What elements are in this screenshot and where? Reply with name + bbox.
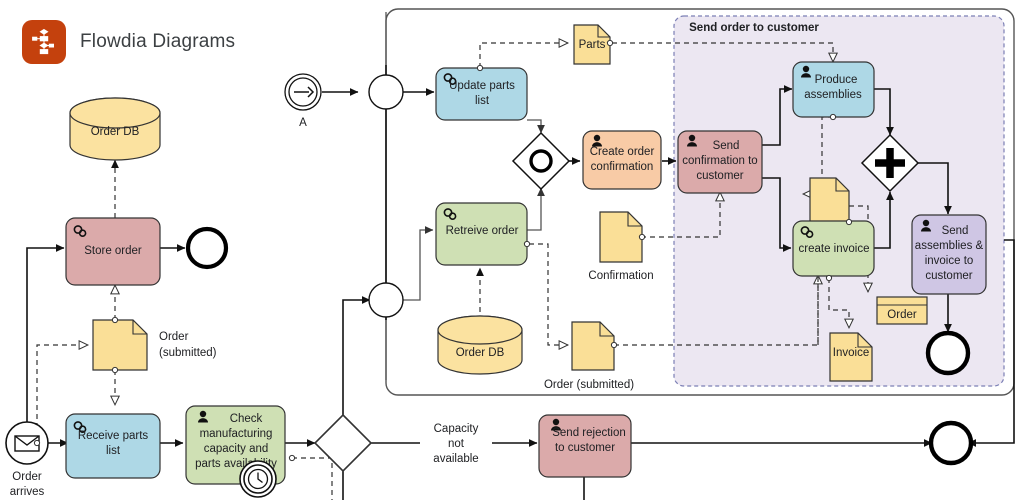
assoc-dot <box>111 366 119 374</box>
message-start-event[interactable]: Order arrives <box>5 421 49 498</box>
assoc-dot <box>606 39 614 47</box>
assoc-dot <box>610 341 618 349</box>
assoc-dot <box>638 233 646 241</box>
data-store-order-db-top: Order DB <box>69 97 161 161</box>
task-retreive-label: Retreive order <box>446 225 519 237</box>
assoc-dot <box>829 113 837 121</box>
diagram-canvas: Flowdia Diagrams Send order to customer <box>0 0 1024 500</box>
event-based-gateway[interactable] <box>511 131 571 191</box>
assoc-update-to-parts <box>479 38 570 68</box>
assoc-dot <box>33 439 41 447</box>
task-create-invoice-label: create invoice <box>799 243 870 255</box>
flow-gateway-up-to-merge <box>342 296 371 415</box>
data-store-order-box-label: Order <box>887 309 917 321</box>
assoc-dot <box>845 218 853 226</box>
task-send-asm-label-1: Send <box>942 225 969 237</box>
task-send-asm-label-4: customer <box>925 270 972 282</box>
task-send-conf-label-3: customer <box>696 170 743 182</box>
assoc-dot <box>288 454 296 462</box>
end-event-subprocess[interactable] <box>925 330 971 376</box>
data-object-left-label-2: (submitted) <box>159 347 217 359</box>
task-produce-label-2: assemblies <box>804 89 862 101</box>
task-send-confirmation-to-customer[interactable]: Send confirmation to customer <box>677 130 763 194</box>
task-send-conf-label-2: confirmation to <box>682 155 757 167</box>
bpmn-diagram: Send order to customer Order DB Order DB… <box>5 8 1015 500</box>
task-store-order-label: Store order <box>84 245 142 257</box>
data-object-confirmation-label: Confirmation <box>588 270 653 282</box>
task-check-label-3: capacity and <box>204 443 269 455</box>
flow-retreive-to-event-gateway <box>527 187 545 231</box>
data-object-left-label-1: Order <box>159 331 189 343</box>
flow-update-to-event-gateway <box>527 119 545 134</box>
task-create-order-confirmation[interactable]: Create order confirmation <box>582 130 662 190</box>
task-send-asm-label-2: assemblies & <box>915 240 984 252</box>
assoc-dot <box>476 64 484 72</box>
task-receive-parts-list[interactable]: Receive parts list <box>65 413 161 479</box>
data-object-mid-label: Order (submitted) <box>544 379 634 391</box>
task-rejection-label-1: Send rejection <box>552 427 626 439</box>
task-retreive-order[interactable]: Retreive order <box>435 202 528 266</box>
data-object-invoice-label: Invoice <box>833 347 869 359</box>
merge-circle-gateway-bottom[interactable] <box>368 282 404 318</box>
task-create-invoice[interactable]: create invoice <box>792 220 875 277</box>
assoc-dot <box>523 240 531 248</box>
subprocess-title: Send order to customer <box>689 22 819 34</box>
task-send-conf-label-1: Send <box>713 140 740 152</box>
data-object-invoice: Invoice <box>829 332 873 382</box>
task-produce-label-1: Produce <box>815 74 858 86</box>
link-event-label: A <box>299 117 307 129</box>
data-store-top-label: Order DB <box>91 126 140 138</box>
data-store-mid-label: Order DB <box>456 347 505 359</box>
data-object-order-submitted-mid: Order (submitted) <box>544 321 634 391</box>
assoc-dot <box>825 274 833 282</box>
task-create-conf-label-2: confirmation <box>591 161 654 173</box>
data-object-order-submitted-left: Order (submitted) <box>92 319 217 371</box>
task-create-conf-label-1: Create order <box>590 146 655 158</box>
data-object-parts: Parts <box>573 24 611 65</box>
data-store-order-db-middle: Order DB <box>437 315 523 375</box>
end-event-main[interactable] <box>928 420 974 466</box>
capacity-label-3: available <box>433 453 478 465</box>
assoc-dot <box>111 316 119 324</box>
capacity-label-1: Capacity <box>434 423 479 435</box>
link-intermediate-event[interactable]: A <box>284 73 322 129</box>
flow-start-to-store-order <box>26 244 65 423</box>
task-update-parts-list[interactable]: Update parts list <box>435 67 528 121</box>
merge-circle-gateway-top[interactable] <box>368 74 404 110</box>
end-event-store-order[interactable] <box>185 226 229 270</box>
task-update-label-2: list <box>475 95 490 107</box>
task-update-label-1: Update parts <box>449 80 515 92</box>
exclusive-gateway-capacity[interactable] <box>313 413 373 473</box>
data-store-order-box: Order <box>876 296 928 325</box>
flow-merge-to-retreive <box>403 226 434 301</box>
task-send-assemblies-invoice[interactable]: Send assemblies & invoice to customer <box>911 214 987 295</box>
task-receive-label-2: list <box>106 445 121 457</box>
start-event-label-2: arrives <box>10 486 45 498</box>
task-store-order[interactable]: Store order <box>65 217 161 286</box>
timer-boundary-event[interactable] <box>239 460 277 498</box>
task-check-label-2: manufacturing <box>200 428 273 440</box>
capacity-label-2: not <box>448 438 465 450</box>
flow-label-capacity-not-available: Capacity not available <box>420 417 492 469</box>
task-rejection-label-2: to customer <box>555 442 615 454</box>
task-check-label-1: Check <box>230 413 263 425</box>
data-object-parts-label: Parts <box>579 39 606 51</box>
assoc-timer-to-path <box>292 457 333 500</box>
start-event-label-1: Order <box>12 471 42 483</box>
task-send-asm-label-3: invoice to <box>925 255 974 267</box>
assoc-retreive-to-ordersub <box>520 243 570 350</box>
task-produce-assemblies[interactable]: Produce assemblies <box>792 61 875 118</box>
data-object-unlabeled <box>809 177 850 223</box>
task-send-rejection-to-customer[interactable]: Send rejection to customer <box>538 414 632 478</box>
data-object-confirmation: Confirmation <box>588 211 654 282</box>
task-receive-label-1: Receive parts <box>78 430 149 442</box>
